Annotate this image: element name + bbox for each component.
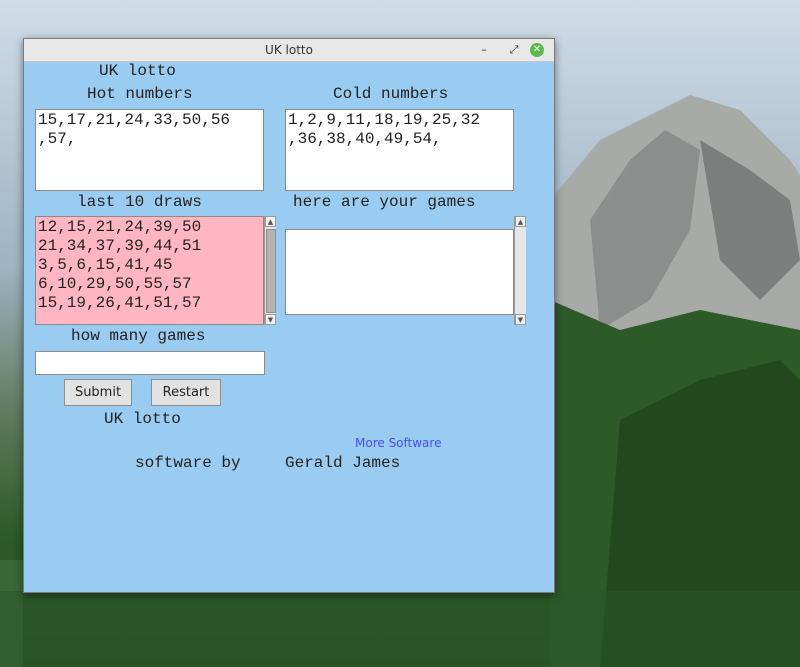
app-window: UK lotto – ⤢ ✕ UK lotto Hot numbers Cold…	[23, 38, 555, 593]
draw-row[interactable]: 6,10,29,50,55,57	[38, 275, 261, 294]
window-title: UK lotto	[265, 43, 313, 57]
window-titlebar[interactable]: UK lotto – ⤢ ✕	[24, 39, 554, 62]
credit-prefix: software by	[135, 454, 241, 472]
scroll-up-icon[interactable]: ▲	[515, 216, 526, 227]
games-label: here are your games	[293, 193, 476, 211]
scroll-thumb[interactable]	[266, 229, 276, 313]
last-draws-list[interactable]: 12,15,21,24,39,50 21,34,37,39,44,51 3,5,…	[35, 216, 264, 325]
cold-numbers-line: 1,2,9,11,18,19,25,32	[288, 111, 481, 129]
cold-numbers-box[interactable]: 1,2,9,11,18,19,25,32 ,36,38,40,49,54,	[285, 109, 514, 191]
hot-numbers-box[interactable]: 15,17,21,24,33,50,56 ,57,	[35, 109, 264, 191]
games-scrollbar[interactable]: ▲ ▼	[514, 216, 526, 325]
hot-numbers-line: 15,17,21,24,33,50,56	[38, 111, 231, 129]
last-draws-label: last 10 draws	[77, 193, 202, 211]
maximize-icon[interactable]: ⤢	[506, 42, 522, 58]
games-output-box[interactable]	[285, 229, 514, 315]
draw-row[interactable]: 12,15,21,24,39,50	[38, 218, 261, 237]
cold-numbers-line: ,36,38,40,49,54,	[288, 130, 442, 148]
submit-button[interactable]: Submit	[64, 379, 132, 406]
draw-row[interactable]: 15,19,26,41,51,57	[38, 294, 261, 313]
hot-numbers-label: Hot numbers	[87, 85, 193, 103]
app-heading-bottom: UK lotto	[104, 410, 181, 428]
close-icon[interactable]: ✕	[530, 43, 544, 57]
minimize-icon[interactable]: –	[476, 42, 492, 58]
draw-row[interactable]: 21,34,37,39,44,51	[38, 237, 261, 256]
credit-name: Gerald James	[285, 454, 401, 472]
scroll-down-icon[interactable]: ▼	[515, 314, 526, 325]
how-many-games-input[interactable]	[35, 351, 265, 375]
scroll-down-icon[interactable]: ▼	[265, 314, 276, 325]
last-draws-scrollbar[interactable]: ▲ ▼	[264, 216, 276, 325]
cold-numbers-label: Cold numbers	[333, 85, 449, 103]
app-heading-top: UK lotto	[99, 62, 176, 80]
restart-button[interactable]: Restart	[151, 379, 221, 406]
scroll-up-icon[interactable]: ▲	[265, 216, 276, 227]
hot-numbers-line: ,57,	[38, 130, 77, 148]
more-software-link[interactable]: More Software	[355, 436, 441, 450]
how-many-games-label: how many games	[71, 327, 206, 345]
draw-row[interactable]: 3,5,6,15,41,45	[38, 256, 261, 275]
